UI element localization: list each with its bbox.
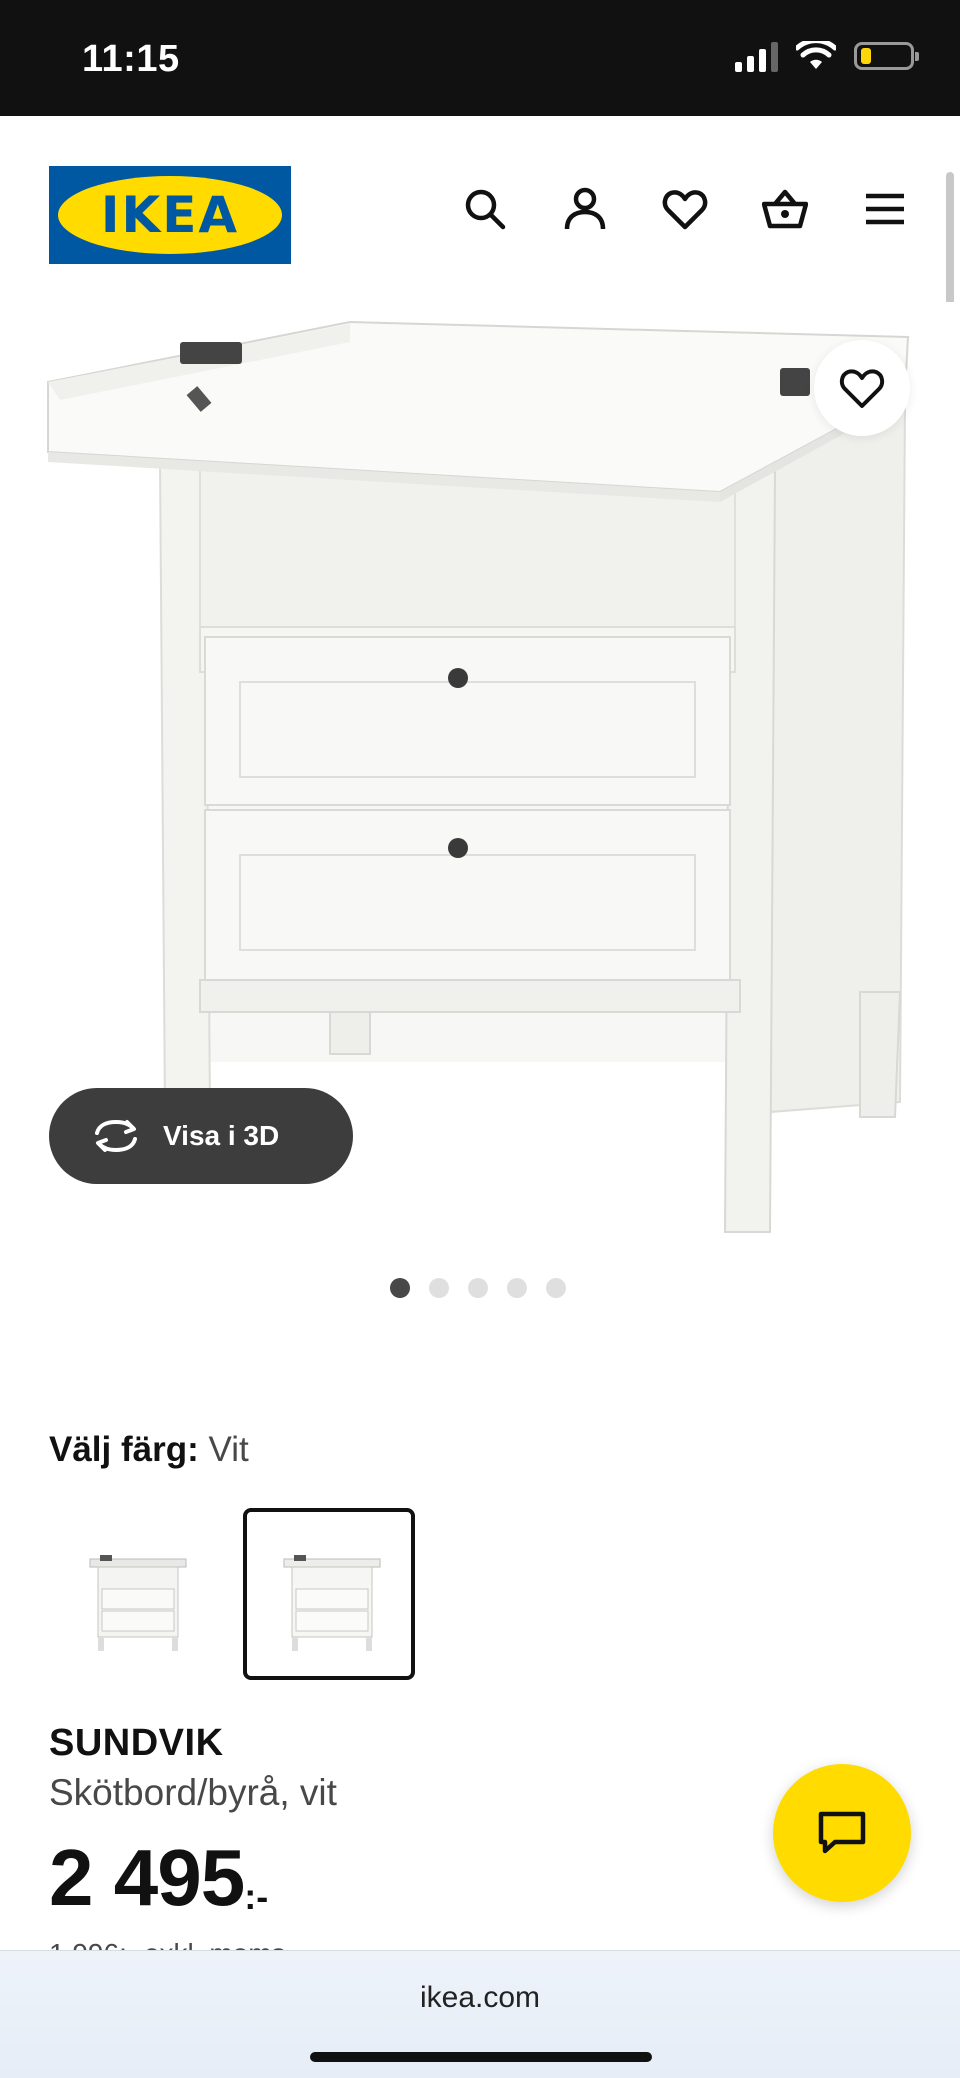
carousel-dot[interactable]	[507, 1278, 527, 1298]
battery-low-icon	[854, 42, 919, 70]
price-suffix: :-	[244, 1876, 269, 1917]
header-nav	[462, 186, 908, 232]
product-name: SUNDVIK	[49, 1722, 224, 1764]
carousel-dots	[390, 1278, 566, 1298]
status-bar: 11:15	[0, 0, 960, 116]
view-in-3d-label: Visa i 3D	[163, 1120, 280, 1151]
search-icon[interactable]	[462, 186, 508, 232]
shopping-basket-icon[interactable]	[761, 186, 809, 232]
wishlist-heart-icon[interactable]	[662, 186, 708, 232]
product-description: Skötbord/byrå, vit	[49, 1772, 337, 1813]
carousel-dot[interactable]	[468, 1278, 488, 1298]
site-header: IKEA	[0, 116, 960, 302]
color-select-label: Välj färg: Vit	[49, 1430, 249, 1470]
chat-button[interactable]	[773, 1764, 911, 1902]
status-icons	[735, 40, 919, 72]
status-time: 11:15	[82, 38, 180, 80]
color-label-key: Välj färg:	[49, 1430, 199, 1469]
product-price: 2 495 :-	[49, 1838, 268, 1918]
swatch-white[interactable]	[243, 1508, 415, 1680]
favorite-button[interactable]	[814, 340, 910, 436]
logo-text: IKEA	[100, 186, 240, 244]
view-in-3d-button[interactable]: Visa i 3D	[49, 1088, 353, 1184]
browser-address-bar: ikea.com	[0, 1950, 960, 2078]
account-icon[interactable]	[562, 186, 608, 232]
home-indicator[interactable]	[310, 2052, 652, 2062]
heart-outline-icon	[839, 369, 885, 408]
swatch-white-stain[interactable]	[49, 1508, 221, 1680]
carousel-dot[interactable]	[429, 1278, 449, 1298]
ikea-logo[interactable]: IKEA	[49, 166, 291, 264]
color-swatches	[49, 1508, 415, 1680]
menu-icon[interactable]	[862, 186, 908, 232]
price-main: 2 495	[49, 1833, 245, 1922]
rotate-3d-icon	[95, 1119, 137, 1153]
carousel-dot[interactable]	[546, 1278, 566, 1298]
url-text[interactable]: ikea.com	[0, 1981, 960, 2015]
carousel-dot[interactable]	[390, 1278, 410, 1298]
chat-bubble-icon	[818, 1811, 866, 1854]
color-label-value: Vit	[208, 1430, 249, 1469]
wifi-icon	[796, 41, 836, 69]
cellular-signal-icon	[735, 40, 778, 72]
